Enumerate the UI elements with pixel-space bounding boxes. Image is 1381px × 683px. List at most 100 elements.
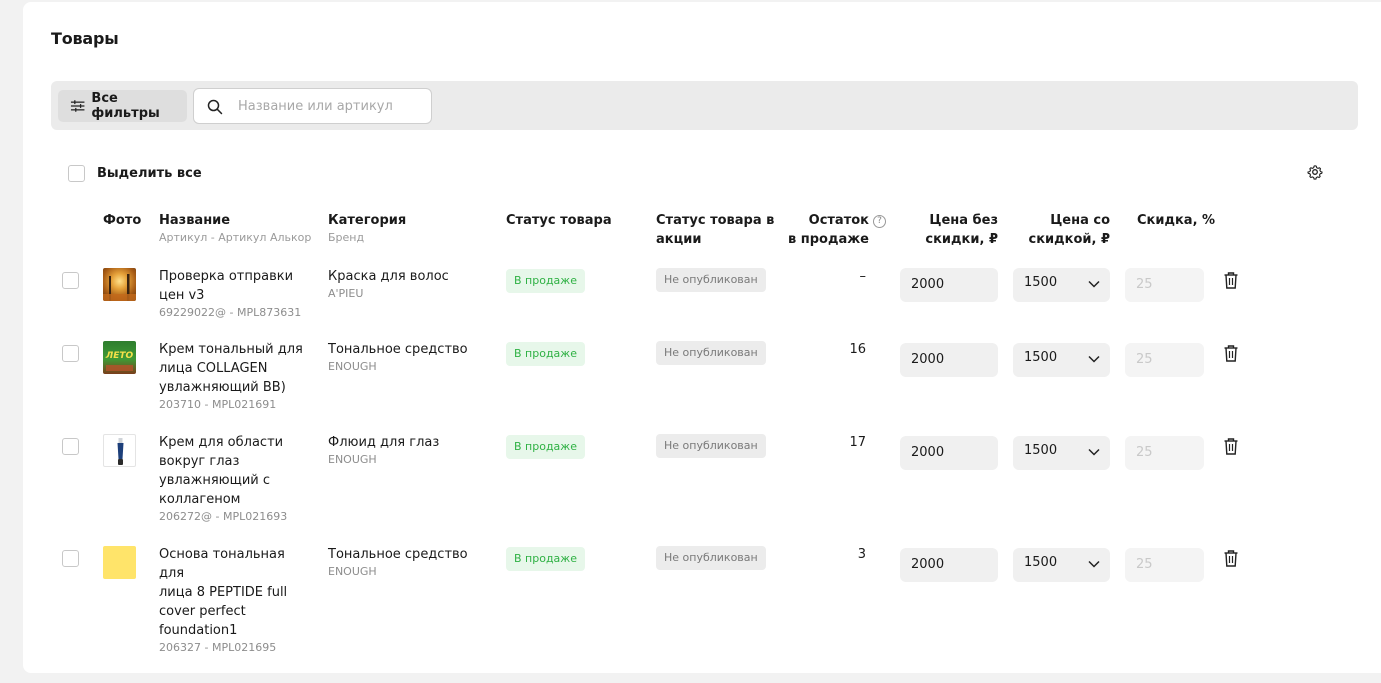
status-badge: В продаже <box>506 342 585 366</box>
trash-icon <box>1224 549 1238 567</box>
col-stock-l1: Остаток <box>808 213 869 228</box>
search-icon <box>207 99 223 115</box>
price-input[interactable]: 2000 <box>900 268 998 302</box>
sale-price-value: 1500 <box>1024 443 1058 458</box>
col-sale-price: Цена со скидкой, ₽ <box>1010 211 1110 249</box>
product-name[interactable]: Крем тональный для лица COLLAGEN увлажня… <box>159 340 314 413</box>
col-name: Название Артикул - Артикул Алькор <box>159 211 311 246</box>
col-category-sub: Бренд <box>328 231 365 244</box>
category-label: Флюид для глаз <box>328 435 440 450</box>
sale-price-value: 1500 <box>1024 275 1058 290</box>
col-price-l2: скидки, ₽ <box>925 232 998 247</box>
discount-input[interactable]: 25 <box>1125 343 1204 377</box>
promo-status-badge: Не опубликован <box>656 268 766 292</box>
search-box[interactable] <box>193 88 432 124</box>
search-input[interactable] <box>238 97 423 115</box>
price-input[interactable]: 2000 <box>900 343 998 377</box>
chevron-down-icon <box>1088 448 1100 456</box>
col-price-l1: Цена без <box>929 213 998 228</box>
product-name-line: лица 8 PEPTIDE full <box>159 585 288 600</box>
sale-price-select[interactable]: 1500 <box>1013 436 1110 470</box>
select-all-label: Выделить все <box>97 166 202 181</box>
sale-price-select[interactable]: 1500 <box>1013 268 1110 302</box>
product-name-line: Крем тональный для <box>159 342 303 357</box>
product-name-line: лица COLLAGEN <box>159 361 268 376</box>
col-name-sub: Артикул - Артикул Алькор <box>159 231 312 244</box>
trash-icon <box>1224 437 1238 455</box>
col-sale-price-l1: Цена со <box>1050 213 1110 228</box>
product-name[interactable]: Основа тональная для лица 8 PEPTIDE full… <box>159 545 314 656</box>
product-name-line: увлажняющий BB) <box>159 380 286 395</box>
stock-value: 17 <box>849 435 866 450</box>
col-name-label: Название <box>159 213 231 228</box>
product-sku: 206272@ - MPL021693 <box>159 510 288 523</box>
filter-toolbar: Все фильтры <box>51 81 1358 130</box>
stock-value: 16 <box>849 342 866 357</box>
product-photo: ЛЕТО <box>103 341 136 374</box>
trash-icon <box>1224 344 1238 362</box>
discount-input[interactable]: 25 <box>1125 548 1204 582</box>
delete-button[interactable] <box>1219 433 1243 459</box>
product-name[interactable]: Проверка отправки цен v3 69229022@ - MPL… <box>159 267 314 321</box>
row-checkbox[interactable] <box>62 550 79 567</box>
chevron-down-icon <box>1088 280 1100 288</box>
product-category: Краска для волос A'PIEU <box>328 267 498 302</box>
product-sku: 203710 - MPL021691 <box>159 398 277 411</box>
product-photo <box>103 546 136 579</box>
discount-input[interactable]: 25 <box>1125 436 1204 470</box>
promo-status-badge: Не опубликован <box>656 341 766 365</box>
stock-value: – <box>859 269 867 284</box>
sale-price-value: 1500 <box>1024 350 1058 365</box>
col-category: Категория Бренд <box>328 211 406 246</box>
help-icon[interactable]: ? <box>873 215 886 228</box>
col-category-label: Категория <box>328 213 407 228</box>
product-sku: 69229022@ - MPL873631 <box>159 306 302 319</box>
product-category: Тональное средство ENOUGH <box>328 545 498 580</box>
product-name-line: цен v3 <box>159 288 205 303</box>
row-checkbox[interactable] <box>62 438 79 455</box>
page-title: Товары <box>51 29 119 48</box>
trash-icon <box>1224 271 1238 289</box>
gear-icon[interactable] <box>1307 164 1323 180</box>
product-name-line: cover perfect <box>159 604 246 619</box>
col-sale-price-l2: скидкой, ₽ <box>1028 232 1110 247</box>
sale-price-value: 1500 <box>1024 555 1058 570</box>
all-filters-label: Все фильтры <box>91 91 160 121</box>
price-input[interactable]: 2000 <box>900 436 998 470</box>
brand-label: ENOUGH <box>328 360 377 373</box>
all-filters-button[interactable]: Все фильтры <box>58 90 187 122</box>
select-all-checkbox[interactable] <box>68 165 85 182</box>
promo-status-badge: Не опубликован <box>656 434 766 458</box>
sale-price-select[interactable]: 1500 <box>1013 548 1110 582</box>
sale-price-select[interactable]: 1500 <box>1013 343 1110 377</box>
product-name-line: Крем для области <box>159 435 284 450</box>
row-checkbox[interactable] <box>62 272 79 289</box>
delete-button[interactable] <box>1219 545 1243 571</box>
product-name-line: коллагеном <box>159 492 241 507</box>
row-checkbox[interactable] <box>62 345 79 362</box>
product-name-line: Проверка отправки <box>159 269 294 284</box>
select-all-row: Выделить все <box>68 165 202 182</box>
price-input[interactable]: 2000 <box>900 548 998 582</box>
product-name-line: foundation1 <box>159 623 238 638</box>
category-label: Тональное средство <box>328 342 468 357</box>
col-price: Цена без скидки, ₽ <box>898 211 998 249</box>
col-promo-status: Статус товара в акции <box>656 211 774 249</box>
col-discount: Скидка, % <box>1137 213 1216 228</box>
brand-label: ENOUGH <box>328 565 377 578</box>
col-stock: Остаток? в продаже <box>766 211 886 249</box>
promo-status-badge: Не опубликован <box>656 546 766 570</box>
product-name-line: вокруг глаз <box>159 454 240 469</box>
filter-sliders-icon <box>70 100 85 112</box>
discount-input[interactable]: 25 <box>1125 268 1204 302</box>
chevron-down-icon <box>1088 560 1100 568</box>
status-badge: В продаже <box>506 269 585 293</box>
delete-button[interactable] <box>1219 340 1243 366</box>
product-name[interactable]: Крем для области вокруг глаз увлажняющий… <box>159 433 314 525</box>
photo-text: ЛЕТО <box>105 351 134 361</box>
col-promo-status-l1: Статус товара в <box>656 213 775 228</box>
product-photo <box>103 434 136 467</box>
category-label: Краска для волос <box>328 269 449 284</box>
product-sku: 206327 - MPL021695 <box>159 641 277 654</box>
delete-button[interactable] <box>1219 267 1243 293</box>
